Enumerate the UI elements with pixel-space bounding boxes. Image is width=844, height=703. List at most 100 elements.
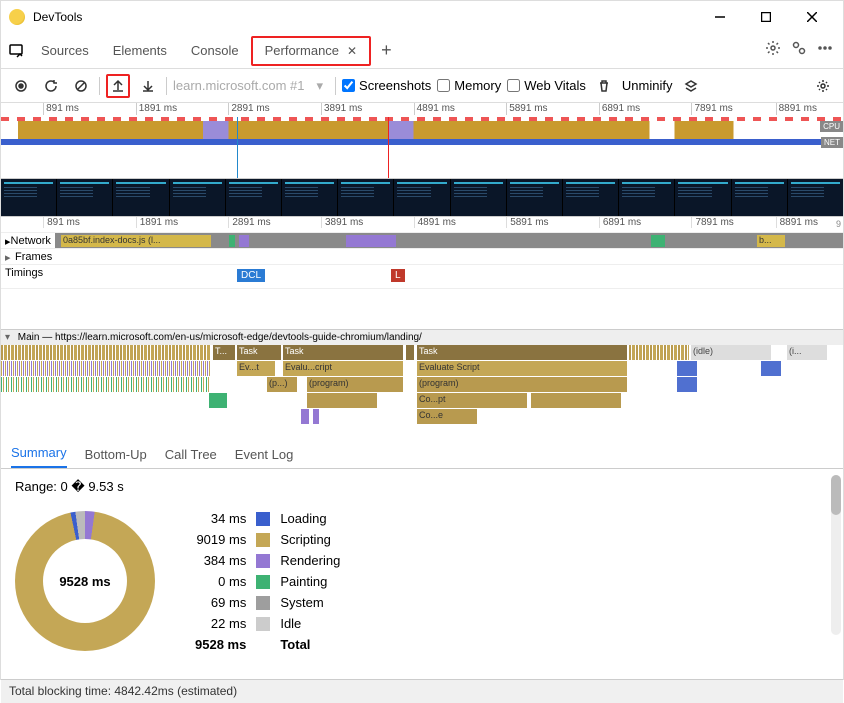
legend-label: Idle	[280, 616, 340, 631]
filmstrip-frame[interactable]	[507, 179, 562, 216]
screenshots-checkbox-input[interactable]	[342, 79, 355, 92]
web-vitals-checkbox[interactable]: Web Vitals	[507, 78, 586, 93]
network-request-bar[interactable]: b...	[757, 235, 785, 247]
filmstrip-frame[interactable]	[57, 179, 112, 216]
flame-bar[interactable]: Task	[237, 345, 281, 360]
filmstrip-frame[interactable]	[451, 179, 506, 216]
flame-bar[interactable]: (program)	[417, 377, 627, 392]
memory-checkbox-input[interactable]	[437, 79, 450, 92]
network-request-bar[interactable]	[229, 235, 235, 247]
filmstrip-frame[interactable]	[338, 179, 393, 216]
overview-timeline[interactable]: 891 ms 1891 ms 2891 ms 3891 ms 4891 ms 5…	[1, 103, 843, 179]
filmstrip-frame[interactable]	[732, 179, 787, 216]
overview-selection-start[interactable]	[237, 117, 238, 178]
flame-bar[interactable]	[209, 393, 227, 408]
web-vitals-checkbox-input[interactable]	[507, 79, 520, 92]
tab-bottom-up[interactable]: Bottom-Up	[85, 441, 147, 468]
tab-summary[interactable]: Summary	[11, 439, 67, 468]
timings-track[interactable]: Timings DCL L	[1, 265, 843, 289]
more-menu-icon[interactable]	[817, 40, 833, 61]
settings-gear-icon[interactable]	[765, 40, 781, 61]
scrollbar[interactable]	[831, 475, 841, 635]
flame-bar[interactable]: (program)	[307, 377, 403, 392]
save-profile-button[interactable]	[136, 74, 160, 98]
filmstrip-frame[interactable]	[619, 179, 674, 216]
network-request-bar[interactable]: 0a85bf.index-docs.js (l...	[61, 235, 211, 247]
network-request-bar[interactable]	[239, 235, 249, 247]
memory-checkbox[interactable]: Memory	[437, 78, 501, 93]
legend-swatch	[256, 533, 270, 547]
close-window-button[interactable]	[789, 1, 835, 33]
main-track-header[interactable]: ▾ Main — https://learn.microsoft.com/en-…	[1, 329, 843, 345]
add-tab-button[interactable]: +	[371, 40, 402, 61]
delete-button[interactable]	[592, 74, 616, 98]
load-profile-button[interactable]	[106, 74, 130, 98]
network-track-header[interactable]: ▸ Network	[1, 233, 55, 249]
flame-bar[interactable]	[1, 361, 211, 376]
flame-bar[interactable]: (idle)	[691, 345, 771, 360]
inspect-element-icon[interactable]	[5, 43, 29, 59]
tab-console[interactable]: Console	[179, 33, 251, 69]
tab-performance[interactable]: Performance ✕	[251, 36, 371, 66]
flame-bar[interactable]	[629, 345, 689, 360]
flame-bar[interactable]	[531, 393, 621, 408]
flame-bar[interactable]: Task	[283, 345, 403, 360]
flame-bar[interactable]: Evalu...cript	[283, 361, 403, 376]
tab-call-tree[interactable]: Call Tree	[165, 441, 217, 468]
filmstrip-frame[interactable]	[394, 179, 449, 216]
reload-record-button[interactable]	[39, 74, 63, 98]
filmstrip-frame[interactable]	[282, 179, 337, 216]
load-marker[interactable]: L	[391, 269, 405, 282]
network-track[interactable]: ▸ Network 0a85bf.index-docs.js (l... b..…	[1, 233, 843, 249]
flame-bar[interactable]: Evaluate Script	[417, 361, 627, 376]
profile-dropdown-icon[interactable]: ▾	[317, 78, 324, 94]
filmstrip[interactable]	[1, 179, 843, 217]
customize-icon[interactable]	[791, 40, 807, 61]
flame-bar[interactable]	[313, 409, 319, 424]
screenshots-checkbox[interactable]: Screenshots	[342, 78, 431, 93]
flame-bar[interactable]	[301, 409, 309, 424]
net-overview-band	[1, 139, 843, 145]
flame-bar[interactable]: (i...	[787, 345, 827, 360]
network-request-bar[interactable]	[651, 235, 665, 247]
filmstrip-frame[interactable]	[675, 179, 730, 216]
tab-event-log[interactable]: Event Log	[235, 441, 294, 468]
minimize-button[interactable]	[697, 1, 743, 33]
flame-bar[interactable]	[1, 345, 211, 360]
filmstrip-frame[interactable]	[563, 179, 618, 216]
overview-selection-end[interactable]	[388, 117, 389, 178]
capture-settings-icon[interactable]	[811, 74, 835, 98]
frames-track-header[interactable]: ▸ Frames	[1, 249, 843, 265]
close-tab-icon[interactable]: ✕	[347, 44, 357, 58]
filmstrip-frame[interactable]	[788, 179, 843, 216]
record-button[interactable]	[9, 74, 33, 98]
filmstrip-frame[interactable]	[170, 179, 225, 216]
flame-bar[interactable]	[406, 345, 414, 360]
flame-bar[interactable]: (p...)	[267, 377, 297, 392]
dcl-marker[interactable]: DCL	[237, 269, 265, 282]
tab-sources[interactable]: Sources	[29, 33, 101, 69]
flame-bar[interactable]	[677, 361, 697, 376]
flame-bar[interactable]: Task	[417, 345, 627, 360]
layers-icon[interactable]	[679, 74, 703, 98]
filmstrip-frame[interactable]	[226, 179, 281, 216]
flame-bar[interactable]	[677, 377, 697, 392]
flame-bar[interactable]: T...	[213, 345, 235, 360]
clear-button[interactable]	[69, 74, 93, 98]
flame-bar[interactable]	[1, 377, 211, 392]
flame-bar[interactable]	[307, 393, 377, 408]
unminify-button[interactable]: Unminify	[622, 78, 673, 93]
filmstrip-frame[interactable]	[113, 179, 168, 216]
maximize-button[interactable]	[743, 1, 789, 33]
timings-track-header[interactable]: Timings	[1, 265, 47, 281]
flame-bar[interactable]: Co...pt	[417, 393, 527, 408]
legend-total-label: Total	[280, 637, 340, 652]
flame-chart[interactable]: T... Task Task Task (idle) (i... Ev...t …	[1, 345, 843, 435]
flame-bar[interactable]	[761, 361, 781, 376]
frames-track[interactable]: ▸ Frames	[1, 249, 843, 265]
flame-bar[interactable]: Co...e	[417, 409, 477, 424]
filmstrip-frame[interactable]	[1, 179, 56, 216]
network-request-bar[interactable]	[346, 235, 396, 247]
flame-bar[interactable]: Ev...t	[237, 361, 275, 376]
tab-elements[interactable]: Elements	[101, 33, 179, 69]
